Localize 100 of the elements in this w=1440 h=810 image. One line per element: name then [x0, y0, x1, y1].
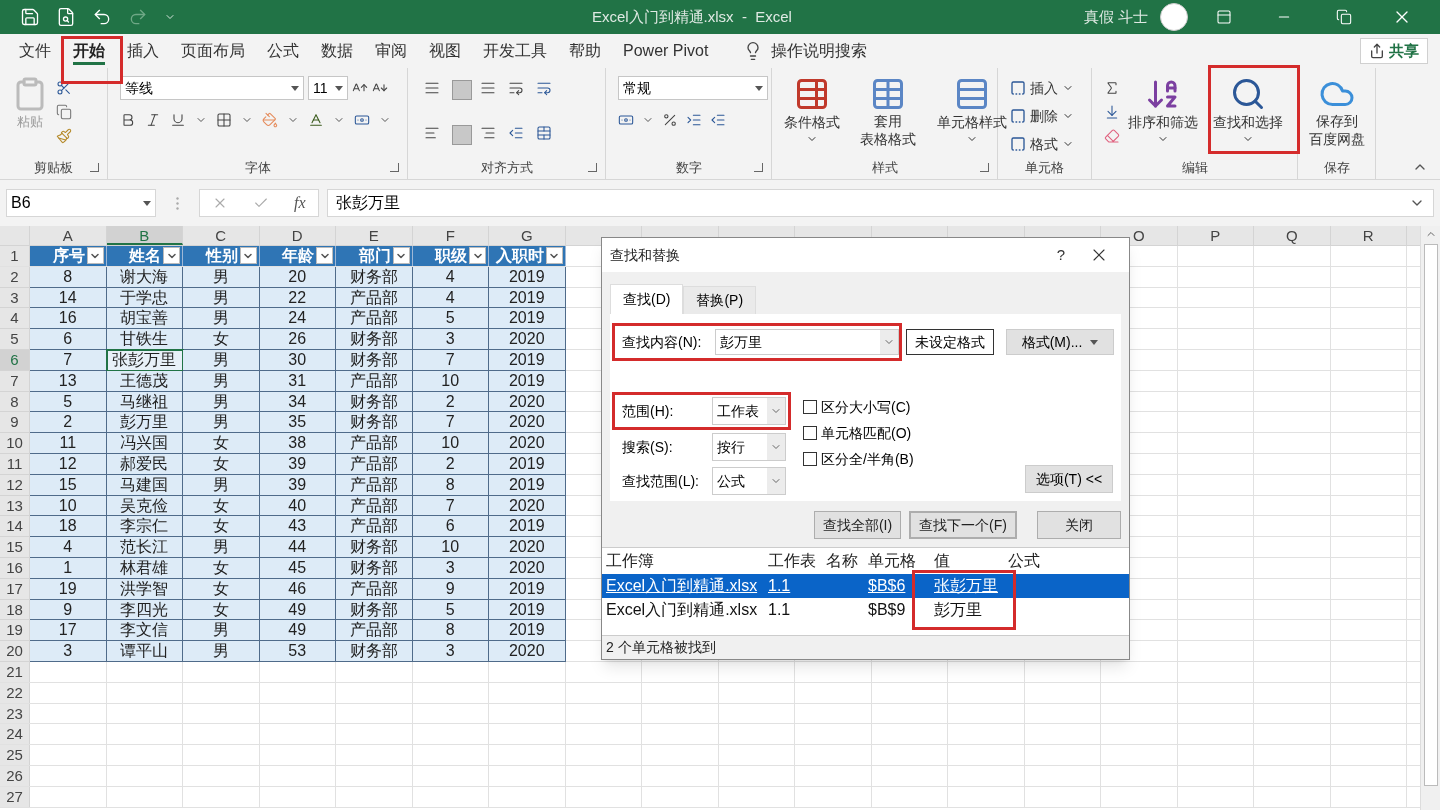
table-cell[interactable]: 14 [30, 287, 107, 309]
table-cell[interactable]: 张彭万里 [106, 350, 183, 371]
table-cell[interactable]: 6 [412, 516, 489, 538]
cells-menu-button[interactable]: 格式 [1010, 132, 1074, 156]
table-cell[interactable]: 彭万里 [106, 412, 183, 434]
table-cell[interactable]: 财务部 [336, 266, 413, 288]
ribbon-tab[interactable]: 帮助 [569, 40, 601, 65]
option-dropdown[interactable]: 工作表 [712, 397, 786, 425]
save-to-cloud-button[interactable]: 保存到 百度网盘 [1302, 76, 1371, 157]
column-header[interactable]: R [1330, 226, 1407, 245]
table-cell[interactable]: 谭平山 [106, 641, 183, 662]
insert-function-button[interactable]: fx [294, 191, 306, 215]
table-cell[interactable]: 男 [183, 287, 260, 309]
no-format-button[interactable]: 未设定格式 [906, 329, 994, 355]
column-header[interactable]: E [336, 226, 413, 245]
font-size-field[interactable]: 11 [308, 76, 348, 100]
row-header[interactable]: 25 [0, 745, 30, 765]
filter-button[interactable] [316, 247, 333, 265]
table-cell[interactable]: 女 [183, 516, 260, 538]
table-cell[interactable]: 女 [183, 578, 260, 600]
currency-icon[interactable] [618, 112, 634, 128]
results-column-header[interactable]: 公式 [1004, 549, 1040, 573]
table-cell[interactable]: 2019 [489, 453, 566, 475]
table-cell[interactable]: 产品部 [336, 433, 413, 454]
caret-icon[interactable] [755, 85, 763, 91]
table-cell[interactable]: 10 [30, 495, 107, 517]
table-cell[interactable]: 男 [183, 412, 260, 434]
row-header[interactable]: 20 [0, 641, 30, 662]
dialog-button[interactable]: 查找全部(I) [813, 511, 902, 539]
ribbon-tab[interactable]: 开发工具 [483, 40, 547, 65]
filter-button[interactable] [545, 247, 563, 265]
row-header[interactable]: 8 [0, 391, 30, 413]
tell-me-search[interactable]: 操作说明搜索 [771, 39, 868, 63]
name-box[interactable]: B6 [6, 189, 156, 217]
ribbon-tab[interactable]: 插入 [127, 40, 159, 65]
table-cell[interactable]: 13 [30, 370, 107, 392]
results-column-header[interactable]: 值 [930, 549, 1004, 573]
autosum-icon[interactable] [1104, 80, 1120, 96]
row-header[interactable]: 2 [0, 266, 30, 288]
table-cell[interactable]: 2020 [489, 495, 566, 517]
table-cell[interactable]: 产品部 [336, 495, 413, 517]
table-cell[interactable]: 24 [259, 308, 336, 330]
table-cell[interactable]: 44 [259, 537, 336, 558]
dialog-launcher-icon[interactable] [754, 163, 763, 172]
table-cell[interactable]: 产品部 [336, 578, 413, 600]
copy-icon[interactable] [56, 104, 72, 120]
ribbon-tab[interactable]: 文件 [19, 40, 51, 65]
column-header[interactable]: G [489, 226, 566, 245]
row-header[interactable]: 19 [0, 620, 30, 642]
filter-button[interactable] [469, 247, 486, 265]
column-header[interactable]: B [106, 226, 183, 245]
result-row[interactable]: Excel入门到精通.xlsx 1.1 $B$9 彭万里 [602, 598, 1129, 622]
table-cell[interactable]: 12 [30, 453, 107, 475]
table-cell[interactable]: 产品部 [336, 516, 413, 538]
row-header[interactable]: 9 [0, 412, 30, 434]
table-cell[interactable]: 男 [183, 620, 260, 642]
column-header[interactable]: C [183, 226, 260, 245]
table-cell[interactable]: 财务部 [336, 557, 413, 579]
table-cell[interactable]: 财务部 [336, 350, 413, 371]
ribbon-tab[interactable]: 页面布局 [181, 40, 245, 65]
filter-button[interactable] [239, 247, 257, 265]
table-format-button[interactable]: 套用 表格格式 [852, 76, 924, 157]
table-cell[interactable]: 2019 [489, 266, 566, 288]
font-color-icon[interactable] [308, 112, 324, 128]
table-cell[interactable]: 2019 [489, 578, 566, 600]
help-button[interactable]: ? [1045, 243, 1077, 267]
underline-icon[interactable] [170, 112, 186, 128]
table-cell[interactable]: 男 [183, 391, 260, 413]
table-cell[interactable]: 2020 [489, 433, 566, 454]
table-cell[interactable]: 38 [259, 433, 336, 454]
fill-icon[interactable] [1104, 104, 1120, 120]
filter-button[interactable] [392, 247, 410, 265]
table-cell[interactable]: 3 [30, 641, 107, 662]
dialog-launcher-icon[interactable] [980, 163, 989, 172]
result-link[interactable]: 张彭万里 [930, 574, 1004, 598]
table-cell[interactable]: 2020 [489, 391, 566, 413]
ribbon-tab[interactable]: 数据 [321, 40, 353, 65]
table-cell[interactable]: 2020 [489, 557, 566, 579]
row-header[interactable]: 21 [0, 661, 30, 682]
table-cell[interactable]: 1 [30, 557, 107, 579]
table-cell[interactable]: 2019 [489, 599, 566, 621]
table-cell[interactable]: 男 [183, 537, 260, 558]
table-cell[interactable]: 女 [183, 329, 260, 350]
percent-icon[interactable] [662, 112, 678, 128]
restore-icon[interactable] [1336, 9, 1352, 25]
table-cell[interactable]: 8 [412, 620, 489, 642]
vertical-scrollbar[interactable] [1420, 226, 1440, 810]
results-column-header[interactable]: 工作簿 [602, 549, 764, 573]
row-header[interactable]: 17 [0, 578, 30, 600]
table-cell[interactable]: 李宗仁 [106, 516, 183, 538]
column-header[interactable]: F [412, 226, 489, 245]
table-cell[interactable]: 2020 [489, 537, 566, 558]
table-cell[interactable]: 财务部 [336, 329, 413, 350]
table-cell[interactable]: 9 [30, 599, 107, 621]
italic-icon[interactable] [145, 112, 161, 128]
align-center-icon[interactable] [452, 124, 472, 145]
conditional-format-button[interactable]: 条件格式 [780, 76, 844, 157]
table-cell[interactable]: 43 [259, 516, 336, 538]
row-header[interactable]: 1 [0, 246, 30, 266]
table-cell[interactable]: 男 [183, 266, 260, 288]
